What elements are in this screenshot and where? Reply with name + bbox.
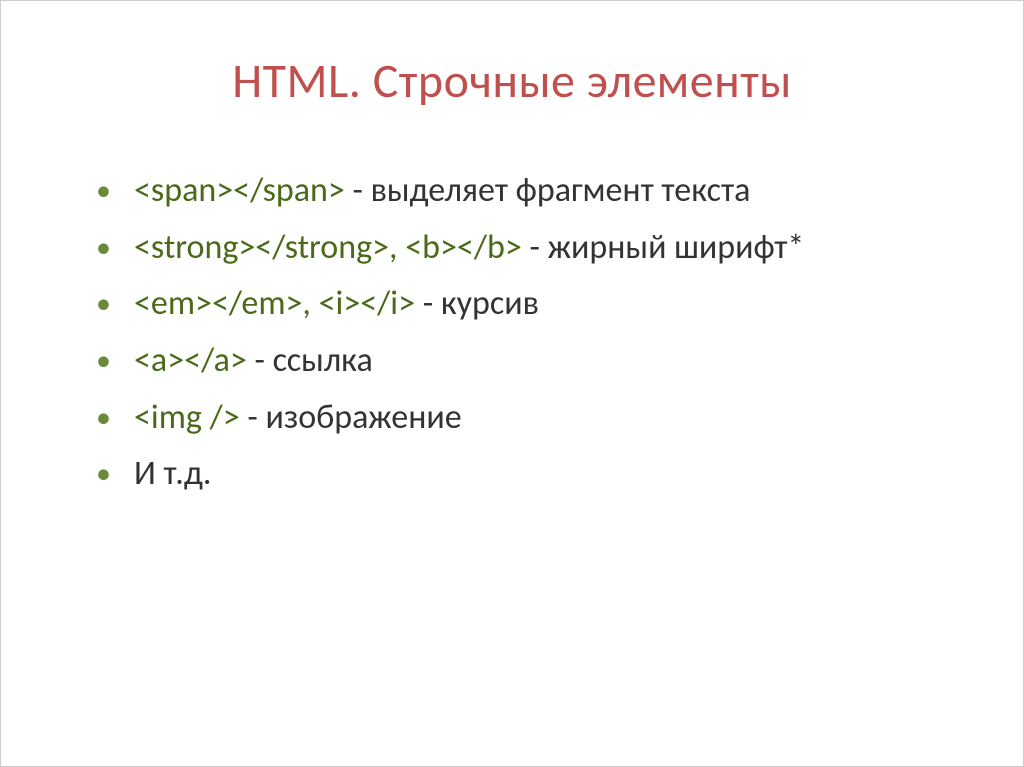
item-desc: - ссылка [247, 340, 373, 381]
list-item: <span></span> - выделяет фрагмент текста [96, 165, 943, 218]
item-desc: - курсив [415, 283, 539, 324]
list-item: <a></a> - ссылка [96, 335, 943, 388]
item-desc: - выделяет фрагмент текста [345, 170, 751, 211]
slide-title: HTML. Строчные элементы [81, 51, 943, 110]
code-tag: <em></em>, <i></i> [134, 283, 415, 324]
item-desc: - изображение [240, 397, 462, 438]
item-desc: - жирный ширифт* [522, 227, 805, 268]
code-tag: <a></a> [134, 340, 247, 381]
code-tag: <strong></strong>, <b></b> [134, 227, 522, 268]
list-item: <img /> - изображение [96, 392, 943, 445]
list-item: <em></em>, <i></i> - курсив [96, 278, 943, 331]
list-item: И т.д. [96, 448, 943, 501]
code-tag: <span></span> [134, 170, 345, 211]
list-item: <strong></strong>, <b></b> - жирный шири… [96, 222, 943, 275]
item-desc: И т.д. [134, 453, 211, 494]
code-tag: <img /> [134, 397, 240, 438]
bullet-list: <span></span> - выделяет фрагмент текста… [81, 165, 943, 501]
slide: HTML. Строчные элементы <span></span> - … [0, 0, 1024, 767]
